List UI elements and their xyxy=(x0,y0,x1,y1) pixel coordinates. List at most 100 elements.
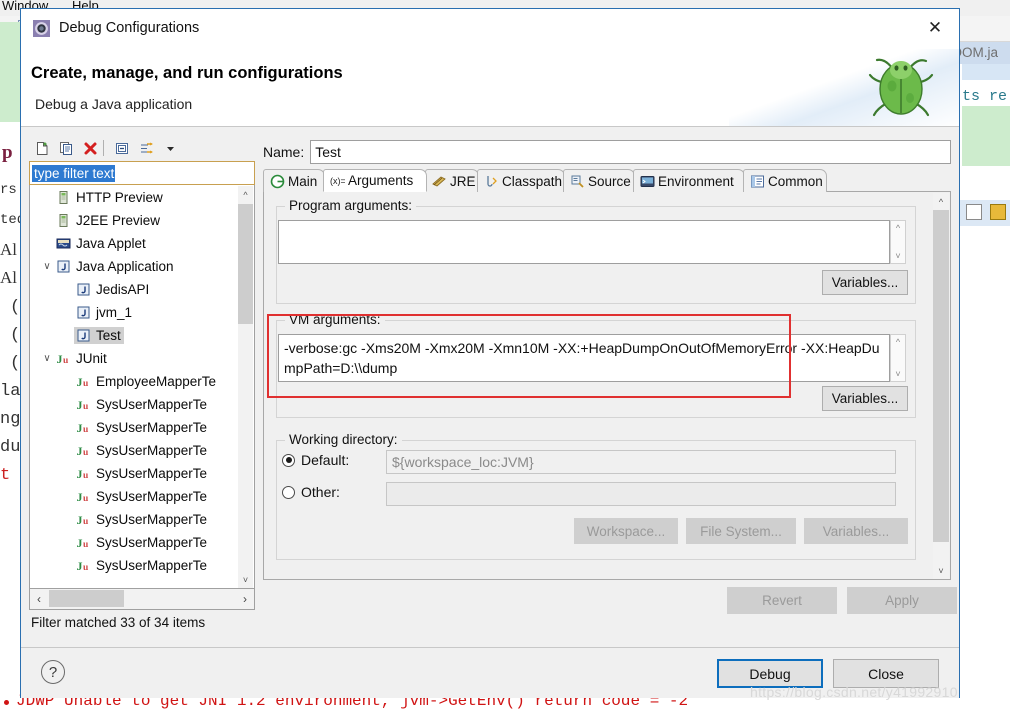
tree-item-content: JuSysUserMapperTe xyxy=(74,511,210,528)
scroll-left-icon[interactable]: ‹ xyxy=(30,589,48,608)
tree-item-sysusermapperte[interactable]: JuSysUserMapperTe xyxy=(30,416,238,439)
scroll-up-icon[interactable]: ^ xyxy=(896,223,900,233)
svg-text:J: J xyxy=(77,375,83,389)
applet-icon xyxy=(55,236,72,251)
background-code-fragment: ts re xyxy=(962,88,1007,105)
tab-source[interactable]: Source xyxy=(563,169,635,192)
tree-item-sysusermapperte[interactable]: JuSysUserMapperTe xyxy=(30,462,238,485)
junit-icon: Ju xyxy=(75,374,92,389)
program-arguments-variables-button[interactable]: Variables... xyxy=(822,270,908,295)
tree-item-j2ee-preview[interactable]: J2EE Preview xyxy=(30,209,238,232)
tab-common[interactable]: Common xyxy=(743,169,827,192)
tree-item-test[interactable]: Test xyxy=(30,324,238,347)
background-lock-icon xyxy=(990,204,1006,220)
scroll-up-icon[interactable]: ^ xyxy=(238,186,253,203)
tree-hscroll-thumb[interactable] xyxy=(49,590,124,607)
svg-text:u: u xyxy=(63,356,69,366)
working-directory-label: Working directory: xyxy=(285,432,402,447)
chevron-down-icon[interactable]: ∨ xyxy=(40,353,54,364)
tree-item-jvm-1[interactable]: jvm_1 xyxy=(30,301,238,324)
scroll-up-icon[interactable]: ^ xyxy=(896,337,900,347)
background-sidebar-line-9: du xyxy=(0,438,20,457)
scroll-down-icon[interactable]: ˅ xyxy=(895,251,900,261)
tree-vertical-scrollbar[interactable]: ^ ˅ xyxy=(238,186,253,588)
scroll-up-icon[interactable]: ^ xyxy=(933,193,949,210)
file-system-button[interactable]: File System... xyxy=(686,518,796,544)
tree-item-label: SysUserMapperTe xyxy=(92,489,207,504)
tree-item-java-applet[interactable]: Java Applet xyxy=(30,232,238,255)
scroll-down-icon[interactable]: ˅ xyxy=(895,369,900,379)
svg-text:u: u xyxy=(83,563,89,573)
tree-item-label: SysUserMapperTe xyxy=(92,420,207,435)
tab-main[interactable]: Main xyxy=(263,169,325,192)
tree-item-label: SysUserMapperTe xyxy=(92,535,207,550)
new-file-icon[interactable] xyxy=(31,138,53,158)
working-directory-other-radio[interactable]: Other: xyxy=(282,484,340,500)
close-icon[interactable]: ✕ xyxy=(913,11,957,45)
apply-button[interactable]: Apply xyxy=(847,587,957,614)
tree-item-http-preview[interactable]: HTTP Preview xyxy=(30,186,238,209)
tree-scroll-thumb[interactable] xyxy=(238,204,253,324)
tab-arguments[interactable]: (x)=Arguments xyxy=(323,169,427,192)
tree-horizontal-scrollbar[interactable]: ‹ › xyxy=(29,589,255,610)
svg-text:u: u xyxy=(83,379,89,389)
tree-item-jedisapi[interactable]: JedisAPI xyxy=(30,278,238,301)
configuration-tabs: Main(x)=ArgumentsJREClasspathSource Envir… xyxy=(263,169,951,192)
tab-jre[interactable]: JRE xyxy=(425,169,479,192)
working-directory-default-input: ${workspace_loc:JVM} xyxy=(386,450,896,474)
tree-item-content: JuSysUserMapperTe xyxy=(74,396,210,413)
vm-arguments-input[interactable]: -verbose:gc -Xms20M -Xmx20M -Xmn10M -XX:… xyxy=(278,334,890,382)
revert-button[interactable]: Revert xyxy=(727,587,837,614)
working-directory-other-input[interactable] xyxy=(386,482,896,506)
debug-button[interactable]: Debug xyxy=(717,659,823,688)
tree-item-sysusermapperte[interactable]: JuSysUserMapperTe xyxy=(30,393,238,416)
tree-item-sysusermapperte[interactable]: JuSysUserMapperTe xyxy=(30,439,238,462)
scroll-down-icon[interactable]: ˅ xyxy=(238,571,253,588)
tree-item-employeemapperte[interactable]: JuEmployeeMapperTe xyxy=(30,370,238,393)
help-icon[interactable]: ? xyxy=(41,660,65,684)
tree-item-java-application[interactable]: ∨Java Application xyxy=(30,255,238,278)
junit-icon: Ju xyxy=(75,512,92,527)
collapse-all-icon[interactable] xyxy=(111,138,133,158)
chevron-down-icon[interactable] xyxy=(159,138,181,158)
tree-item-content: JuJUnit xyxy=(54,350,110,367)
delete-x-icon[interactable] xyxy=(79,138,101,158)
tab-label: Environment xyxy=(658,174,734,189)
tree-item-junit[interactable]: ∨JuJUnit xyxy=(30,347,238,370)
program-arguments-input[interactable] xyxy=(278,220,890,264)
tab-classpath[interactable]: Classpath xyxy=(477,169,565,192)
scroll-down-icon[interactable]: ˅ xyxy=(933,562,949,579)
scroll-right-icon[interactable]: › xyxy=(236,589,254,608)
name-input[interactable] xyxy=(310,140,951,164)
tab-environment[interactable]: Environment xyxy=(633,169,745,192)
junit-icon: Ju xyxy=(75,420,92,435)
vm-arguments-variables-button[interactable]: Variables... xyxy=(822,386,908,411)
tree-item-sysusermapperte[interactable]: JuSysUserMapperTe xyxy=(30,508,238,531)
background-sidebar-line-2: Al xyxy=(0,240,17,260)
environment-icon xyxy=(640,174,655,189)
vm-arguments-scrollbar[interactable]: ^ ˅ xyxy=(890,334,906,382)
tab-content-scroll-thumb[interactable] xyxy=(933,210,949,542)
default-label: Default: xyxy=(301,452,349,468)
tree-item-sysusermapperte[interactable]: JuSysUserMapperTe xyxy=(30,554,238,577)
junit-icon: Ju xyxy=(75,466,92,481)
working-directory-default-radio[interactable]: Default: xyxy=(282,452,349,468)
copy-icon[interactable] xyxy=(55,138,77,158)
svg-text:u: u xyxy=(83,540,89,550)
tree-item-sysusermapperte[interactable]: JuSysUserMapperTe xyxy=(30,531,238,554)
filter-arrow-icon[interactable] xyxy=(135,138,157,158)
common-icon xyxy=(750,174,765,189)
dialog-titlebar: Debug Configurations ✕ xyxy=(21,9,959,49)
workspace-button[interactable]: Workspace... xyxy=(574,518,678,544)
configurations-tree[interactable]: HTTP PreviewJ2EE PreviewJava Applet∨Java… xyxy=(29,185,255,589)
working-directory-variables-button[interactable]: Variables... xyxy=(804,518,908,544)
program-arguments-scrollbar[interactable]: ^ ˅ xyxy=(890,220,906,264)
tab-content-scrollbar[interactable]: ^ ˅ xyxy=(933,193,949,579)
tree-item-content: JuSysUserMapperTe xyxy=(74,465,210,482)
configurations-tree-panel: type filter text HTTP PreviewJ2EE Previe… xyxy=(29,135,255,637)
close-button[interactable]: Close xyxy=(833,659,939,688)
svg-text:J: J xyxy=(77,490,83,504)
chevron-down-icon[interactable]: ∨ xyxy=(40,261,54,272)
search-input[interactable]: type filter text xyxy=(29,161,255,185)
tree-item-sysusermapperte[interactable]: JuSysUserMapperTe xyxy=(30,485,238,508)
